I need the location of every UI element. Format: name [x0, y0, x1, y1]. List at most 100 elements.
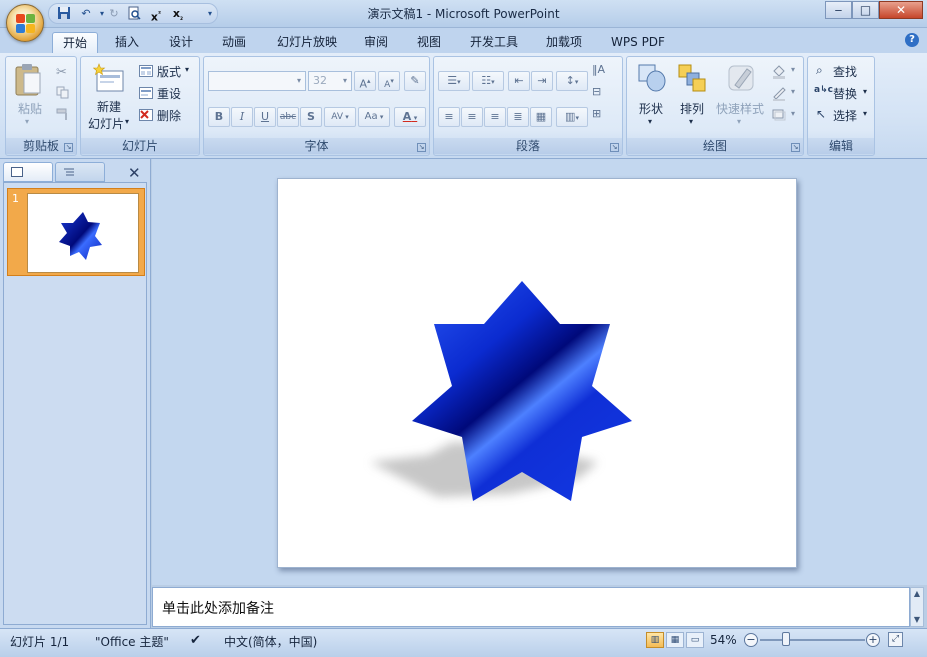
font-size-dropdown-icon[interactable]: ▾: [339, 72, 351, 90]
close-pane-icon[interactable]: ✕: [128, 164, 141, 182]
theme-status[interactable]: "Office 主题": [95, 633, 169, 650]
tab-developer[interactable]: 开发工具: [463, 32, 525, 53]
language-status[interactable]: 中文(简体，中国): [224, 633, 317, 650]
shape-effects-dropdown-icon[interactable]: ▾: [791, 109, 795, 118]
shapes-label[interactable]: 形状: [639, 100, 663, 117]
quick-styles-icon[interactable]: [727, 63, 757, 96]
font-color-button[interactable]: A ▾: [394, 107, 426, 127]
tab-slides-thumbnails[interactable]: [3, 162, 53, 182]
layout-label[interactable]: 版式: [157, 63, 181, 80]
columns-button[interactable]: ▥▾: [556, 107, 588, 127]
text-shadow-button[interactable]: S: [300, 107, 322, 127]
new-slide-dropdown-icon[interactable]: ▾: [125, 117, 129, 126]
notes-pane[interactable]: 单击此处添加备注: [152, 587, 910, 627]
tab-wps-pdf[interactable]: WPS PDF: [604, 32, 672, 53]
shape-fill-dropdown-icon[interactable]: ▾: [791, 65, 795, 74]
scroll-down-icon[interactable]: ▼: [911, 614, 923, 626]
replace-label[interactable]: 替换: [833, 85, 857, 102]
smartart-icon[interactable]: ⊞: [592, 107, 601, 120]
font-name-combo[interactable]: ▾: [208, 71, 306, 91]
paste-icon[interactable]: [14, 63, 44, 100]
text-direction-icon[interactable]: ‖A: [592, 63, 605, 76]
zoom-slider-thumb[interactable]: [782, 632, 790, 646]
quick-styles-dropdown-icon[interactable]: ▾: [737, 117, 741, 126]
bold-button[interactable]: B: [208, 107, 230, 127]
slide-sorter-view-icon[interactable]: ▦: [666, 632, 684, 648]
font-launcher-icon[interactable]: ↘: [417, 143, 426, 152]
help-icon[interactable]: ?: [905, 33, 919, 47]
delete-label[interactable]: 删除: [157, 107, 181, 124]
shape-fill-icon[interactable]: [771, 63, 787, 82]
normal-view-icon[interactable]: ▥: [646, 632, 664, 648]
new-slide-label-2[interactable]: 幻灯片: [88, 115, 124, 132]
notes-placeholder[interactable]: 单击此处添加备注: [162, 598, 274, 618]
tab-outline[interactable]: [55, 162, 105, 182]
shape-outline-icon[interactable]: [771, 85, 787, 104]
scroll-up-icon[interactable]: ▲: [911, 588, 923, 600]
clipboard-launcher-icon[interactable]: ↘: [64, 143, 73, 152]
change-case-button[interactable]: Aa ▾: [358, 107, 390, 127]
tab-review[interactable]: 审阅: [355, 32, 397, 53]
paste-dropdown-icon[interactable]: ▾: [25, 117, 29, 126]
minimize-button[interactable]: ‒: [825, 1, 852, 19]
increase-indent-icon[interactable]: ⇥: [531, 71, 553, 91]
replace-dropdown-icon[interactable]: ▾: [863, 87, 867, 96]
tab-view[interactable]: 视图: [408, 32, 450, 53]
fit-to-window-icon[interactable]: ⤢: [888, 632, 903, 647]
slide-canvas[interactable]: [277, 178, 797, 568]
arrange-icon[interactable]: [677, 63, 707, 96]
reset-label[interactable]: 重设: [157, 85, 181, 102]
shapes-icon[interactable]: [637, 63, 667, 96]
font-name-dropdown-icon[interactable]: ▾: [293, 72, 305, 90]
italic-button[interactable]: I: [231, 107, 253, 127]
shrink-font-button[interactable]: A▾: [378, 71, 400, 91]
office-button[interactable]: [6, 4, 44, 42]
tab-animations[interactable]: 动画: [213, 32, 255, 53]
justify-icon[interactable]: ≣: [507, 107, 529, 127]
tab-slideshow[interactable]: 幻灯片放映: [268, 32, 346, 53]
numbering-button[interactable]: ☷▾: [472, 71, 504, 91]
distribute-icon[interactable]: ▦: [530, 107, 552, 127]
layout-dropdown-icon[interactable]: ▾: [185, 65, 189, 74]
find-label[interactable]: 查找: [833, 63, 857, 80]
grow-font-button[interactable]: A▴: [354, 71, 376, 91]
spell-check-icon[interactable]: ✔: [190, 633, 201, 648]
delete-slide-icon[interactable]: [139, 109, 153, 124]
format-painter-icon[interactable]: [56, 107, 70, 124]
maximize-button[interactable]: □: [852, 1, 879, 19]
reset-icon[interactable]: [139, 87, 153, 102]
bullets-button[interactable]: ☰▾: [438, 71, 470, 91]
zoom-in-icon[interactable]: +: [866, 633, 880, 647]
quick-styles-label[interactable]: 快速样式: [716, 100, 764, 117]
tab-home[interactable]: 开始: [52, 32, 98, 53]
strikethrough-button[interactable]: abc: [277, 107, 299, 127]
slideshow-view-icon[interactable]: ▭: [686, 632, 704, 648]
clear-format-icon[interactable]: ✎: [404, 71, 426, 91]
align-left-icon[interactable]: ≡: [438, 107, 460, 127]
new-slide-label-1[interactable]: 新建: [97, 98, 121, 115]
shape-effects-icon[interactable]: [771, 107, 787, 124]
zoom-slider-track[interactable]: [760, 639, 865, 641]
tab-design[interactable]: 设计: [160, 32, 202, 53]
arrange-dropdown-icon[interactable]: ▾: [689, 117, 693, 126]
tab-insert[interactable]: 插入: [106, 32, 148, 53]
tab-addins[interactable]: 加载项: [538, 32, 590, 53]
zoom-out-icon[interactable]: −: [744, 633, 758, 647]
shapes-dropdown-icon[interactable]: ▾: [648, 117, 652, 126]
select-dropdown-icon[interactable]: ▾: [863, 109, 867, 118]
paragraph-launcher-icon[interactable]: ↘: [610, 143, 619, 152]
slide-thumbnail-item[interactable]: 1: [7, 188, 145, 276]
align-center-icon[interactable]: ≡: [461, 107, 483, 127]
shape-outline-dropdown-icon[interactable]: ▾: [791, 87, 795, 96]
decrease-indent-icon[interactable]: ⇤: [508, 71, 530, 91]
font-size-combo[interactable]: 32 ▾: [308, 71, 352, 91]
close-button[interactable]: ✕: [879, 1, 923, 19]
zoom-level[interactable]: 54%: [710, 633, 737, 647]
find-icon[interactable]: ⌕: [816, 63, 823, 78]
line-spacing-button[interactable]: ↕▾: [556, 71, 588, 91]
notes-scrollbar[interactable]: ▲ ▼: [910, 587, 924, 627]
character-spacing-button[interactable]: AV ▾: [324, 107, 356, 127]
copy-icon[interactable]: [56, 86, 69, 102]
new-slide-icon[interactable]: [92, 63, 125, 96]
replace-icon[interactable]: a↳c: [814, 85, 833, 95]
